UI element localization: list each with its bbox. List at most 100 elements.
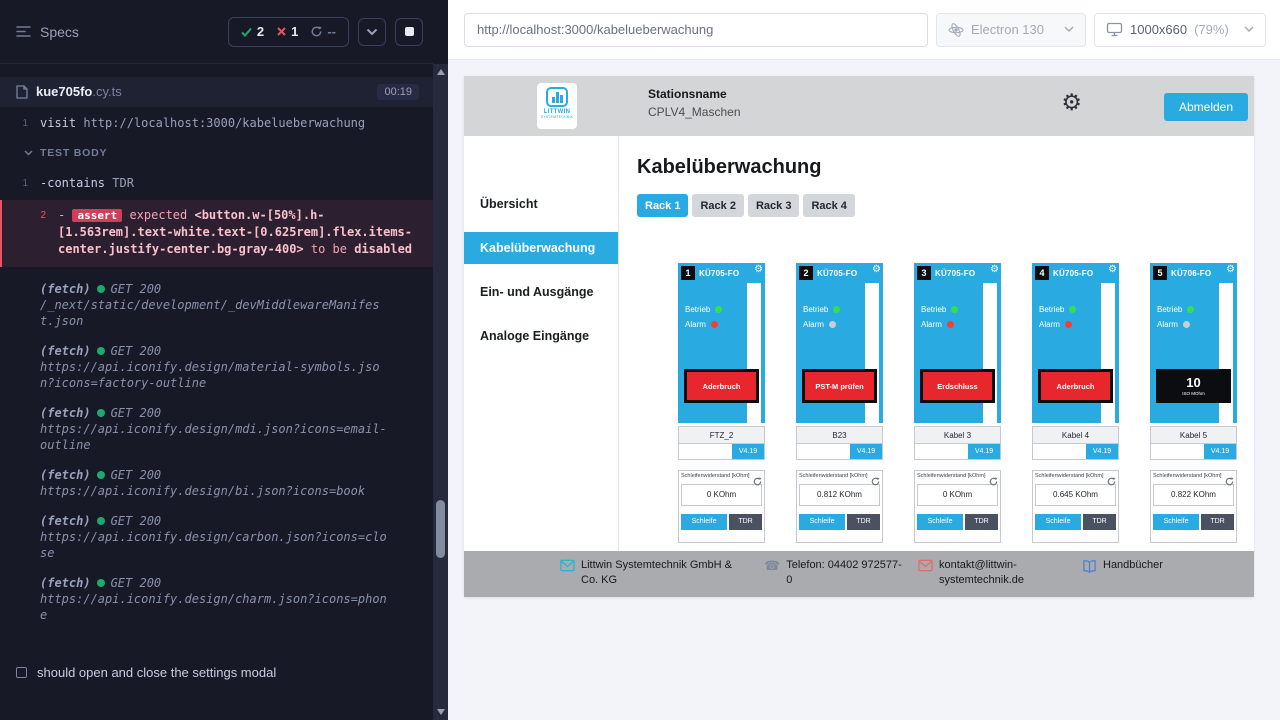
refresh-icon — [311, 26, 322, 37]
schleife-button[interactable]: Schleife — [1153, 514, 1199, 530]
footer-manuals-link[interactable]: Handbücher — [1082, 558, 1163, 573]
sidebar-item-kabelueberwachung[interactable]: Kabelüberwachung — [464, 232, 618, 264]
tdr-button[interactable]: TDR — [729, 514, 762, 530]
refresh-icon[interactable] — [989, 473, 998, 491]
xhr-log-entry[interactable]: (fetch)GET 200 https://api.iconify.desig… — [0, 405, 433, 453]
stop-icon — [405, 27, 414, 36]
viewport-zoom: (79%) — [1194, 22, 1229, 37]
settings-gear-icon[interactable]: ⚙ — [1061, 91, 1082, 114]
app-sidebar: Übersicht Kabelüberwachung Ein- und Ausg… — [464, 136, 619, 597]
command-name: visit — [40, 116, 76, 130]
tab-rack-3[interactable]: Rack 3 — [748, 194, 799, 217]
card-buttons: Schleife TDR — [917, 514, 998, 530]
resistance-label: Schleifenwiderstand [kOhm] — [917, 473, 998, 480]
device-number: 2 — [799, 266, 813, 280]
collapse-button[interactable] — [358, 18, 386, 46]
device-gear-icon[interactable]: ⚙ — [1108, 265, 1117, 275]
tab-rack-2[interactable]: Rack 2 — [692, 194, 743, 217]
reporter-scrollbar[interactable] — [433, 0, 448, 720]
device-gear-icon[interactable]: ⚙ — [1226, 265, 1235, 275]
alarm-led — [711, 321, 718, 328]
browser-selector[interactable]: Electron 130 — [936, 13, 1086, 47]
xhr-log-entry[interactable]: (fetch)GET 200 https://api.iconify.desig… — [0, 467, 433, 499]
refresh-icon[interactable] — [871, 473, 880, 491]
logout-button[interactable]: Abmelden — [1164, 93, 1248, 121]
refresh-icon[interactable] — [1107, 473, 1116, 491]
device-gear-icon[interactable]: ⚙ — [990, 265, 999, 275]
device-number: 5 — [1153, 266, 1167, 280]
alarm-led — [1183, 321, 1190, 328]
assert-to-be: to be — [311, 242, 347, 256]
footer-email[interactable]: kontakt@littwin-systemtechnik.de — [918, 558, 1068, 589]
url-input[interactable]: http://localhost:3000/kabelueberwachung — [464, 13, 928, 47]
stop-button[interactable] — [395, 18, 423, 46]
screen: Specs 2 1 -- — [0, 0, 1280, 720]
tdr-button[interactable]: TDR — [847, 514, 880, 530]
littwin-logo-icon — [546, 87, 568, 107]
device-card: 3 KÜ705-FO ⚙ Betrieb Alarm Erdschluss Ka… — [914, 263, 1001, 543]
schleife-button[interactable]: Schleife — [799, 514, 845, 530]
device-gear-icon[interactable]: ⚙ — [872, 265, 881, 275]
logo-subtext: SYSTEMTECHNIK — [537, 115, 577, 119]
command-row-visit[interactable]: 1 visit http://localhost:3000/kabelueber… — [0, 113, 433, 134]
refresh-icon[interactable] — [753, 473, 762, 491]
footer-company-text: Littwin Systemtechnik GmbH & Co. KG — [581, 558, 750, 589]
alarm-led-row: Alarm — [1039, 320, 1072, 329]
schleife-button[interactable]: Schleife — [681, 514, 727, 530]
chevron-down-icon — [1244, 26, 1254, 33]
schleife-button[interactable]: Schleife — [1035, 514, 1081, 530]
pending-test-row[interactable]: should open and close the settings modal — [0, 657, 433, 688]
check-icon — [241, 27, 252, 37]
alarm-led — [829, 321, 836, 328]
refresh-icon[interactable] — [1225, 473, 1234, 491]
command-row-assert-failed[interactable]: 2 - assert expected <button.w-[50%].h-[1… — [0, 200, 433, 267]
monitor-icon — [1106, 22, 1123, 37]
version-row: V4.19 — [1150, 444, 1237, 460]
device-cards: 1 KÜ705-FO ⚙ Betrieb Alarm Aderbruch FTZ… — [678, 263, 1254, 543]
scroll-down-icon[interactable] — [437, 709, 445, 715]
test-body-header[interactable]: TEST BODY — [0, 134, 433, 168]
spec-extension: .cy.ts — [92, 84, 121, 99]
xhr-log-entry[interactable]: (fetch)GET 200 https://api.iconify.desig… — [0, 575, 433, 623]
status-dot-icon — [97, 579, 105, 587]
device-gear-icon[interactable]: ⚙ — [754, 265, 763, 275]
tdr-button[interactable]: TDR — [965, 514, 998, 530]
sidebar-item-analoge-eingaenge[interactable]: Analoge Eingänge — [464, 320, 618, 352]
specs-button[interactable]: Specs — [16, 24, 79, 40]
status-dot-icon — [97, 347, 105, 355]
schleife-button[interactable]: Schleife — [917, 514, 963, 530]
cable-name: FTZ_2 — [678, 426, 765, 444]
test-stats[interactable]: 2 1 -- — [228, 17, 349, 47]
fetch-status: GET 200 — [111, 575, 162, 591]
rack-tabs: Rack 1 Rack 2 Rack 3 Rack 4 — [637, 194, 1254, 217]
xhr-log-entry[interactable]: (fetch)GET 200 https://api.iconify.desig… — [0, 513, 433, 561]
command-number: 1 — [0, 115, 40, 132]
alarm-led-row: Alarm — [1157, 320, 1190, 329]
scrollbar-track[interactable] — [433, 64, 448, 720]
device-card: 4 KÜ705-FO ⚙ Betrieb Alarm Aderbruch Kab… — [1032, 263, 1119, 543]
sidebar-item-uebersicht[interactable]: Übersicht — [464, 188, 618, 220]
tab-rack-4[interactable]: Rack 4 — [803, 194, 854, 217]
tab-rack-1[interactable]: Rack 1 — [637, 194, 688, 217]
status-text: PST-M prüfen — [805, 372, 874, 400]
tdr-button[interactable]: TDR — [1083, 514, 1116, 530]
viewport-selector[interactable]: 1000x660 (79%) — [1094, 13, 1266, 47]
pending-test-title: should open and close the settings modal — [37, 665, 276, 680]
cable-name: Kabel 3 — [914, 426, 1001, 444]
cable-name: Kabel 4 — [1032, 426, 1119, 444]
betrieb-led — [833, 306, 840, 313]
tdr-button[interactable]: TDR — [1201, 514, 1234, 530]
scrollbar-thumb[interactable] — [436, 500, 445, 558]
specs-list-icon — [16, 25, 31, 38]
scroll-up-icon[interactable] — [437, 69, 445, 75]
command-number: 1 — [0, 175, 40, 192]
spec-file-row[interactable]: kue705fo.cy.ts 00:19 — [0, 77, 433, 107]
device-panel: 2 KÜ705-FO ⚙ Betrieb Alarm PST-M prüfen — [796, 263, 883, 423]
fetch-label: (fetch) — [40, 343, 91, 359]
command-row-contains[interactable]: 1 -contains TDR — [0, 173, 433, 194]
alarm-led — [1065, 321, 1072, 328]
xhr-log-entry[interactable]: (fetch)GET 200 https://api.iconify.desig… — [0, 343, 433, 391]
sidebar-item-ein-und-ausgaenge[interactable]: Ein- und Ausgänge — [464, 276, 618, 308]
xhr-log-entry[interactable]: (fetch)GET 200 /_next/static/development… — [0, 281, 433, 329]
betrieb-led — [951, 306, 958, 313]
